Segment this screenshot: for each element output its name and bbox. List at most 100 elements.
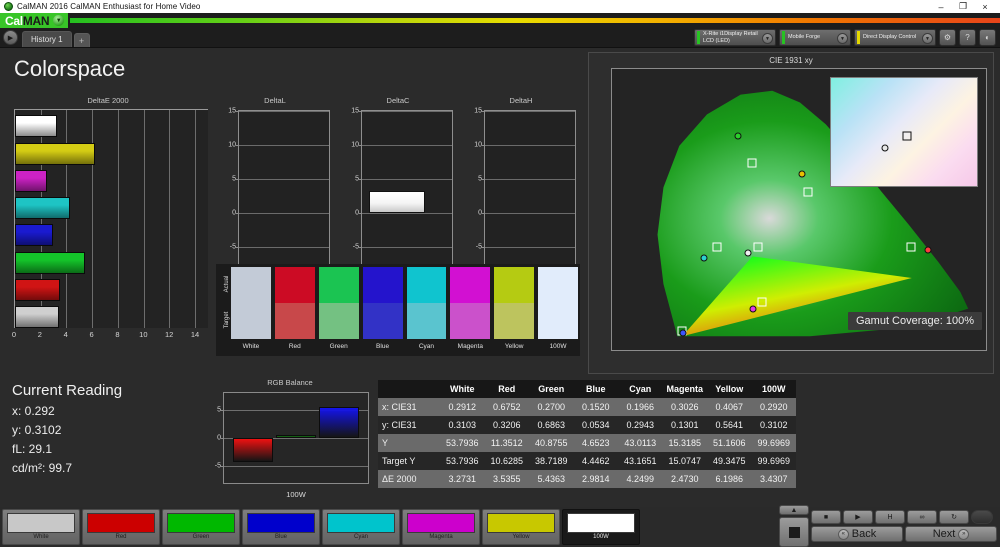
info-icon[interactable]: ◐ bbox=[979, 29, 996, 46]
swatch-column-white bbox=[231, 267, 271, 339]
gridline bbox=[169, 110, 171, 328]
deltae-bar-white bbox=[15, 115, 58, 138]
current-reading-cdm2: cd/m²: 99.7 bbox=[12, 461, 73, 475]
y-axis-label: 5 bbox=[217, 406, 221, 414]
display-dropdown-label: Direct Display Control bbox=[863, 34, 917, 41]
chevron-down-icon[interactable]: ▼ bbox=[837, 33, 848, 44]
deltae-2000-chart: DeltaE 2000 0 2 4 6 8 10 12 14 bbox=[8, 96, 208, 346]
deltae-xtick-label: 14 bbox=[190, 330, 200, 339]
actual-target-grid: Actual Target White Red Green Blue Cyan Magen… bbox=[216, 264, 580, 356]
cie-y-tick bbox=[611, 100, 612, 101]
continuous-button[interactable]: ∞ bbox=[907, 510, 937, 524]
target-pattern-button[interactable] bbox=[779, 517, 809, 547]
page-title: Colorspace bbox=[14, 56, 126, 81]
swatch-column-label: Green bbox=[329, 342, 348, 350]
minimize-button[interactable]: – bbox=[930, 2, 952, 12]
gridline bbox=[143, 110, 145, 328]
deltae-xtick-label: 2 bbox=[37, 330, 42, 339]
add-tab-button[interactable]: + bbox=[73, 33, 90, 47]
cie-plot-area[interactable]: Gamut Coverage: 100% 0.10.20.30.40.50.60… bbox=[611, 68, 987, 351]
deltae-bar-blue bbox=[15, 224, 54, 247]
table-cell: 49.3475 bbox=[712, 456, 746, 466]
deltae-bar-yellow bbox=[15, 142, 95, 165]
deltae-bar-red bbox=[15, 278, 61, 301]
tab-history-1[interactable]: History 1 bbox=[22, 31, 72, 47]
close-button[interactable]: × bbox=[974, 2, 996, 12]
display-control-dropdown[interactable]: Direct Display Control ▼ bbox=[854, 29, 936, 46]
deltae-xtick-label: 0 bbox=[11, 330, 17, 339]
bottom-spacer bbox=[640, 507, 779, 545]
window-titlebar: CalMAN 2016 CalMAN Enthusiast for Home V… bbox=[0, 0, 1000, 13]
deltae-bar-green bbox=[15, 251, 85, 274]
table-row: Y 53.7936 11.3512 40.8755 4.6523 43.0113 15.31… bbox=[378, 434, 796, 452]
maximize-button[interactable]: ❐ bbox=[952, 1, 974, 12]
collapse-icon[interactable]: ▲ bbox=[779, 505, 809, 515]
gridline bbox=[485, 144, 575, 146]
table-column-header: Red bbox=[498, 384, 516, 394]
swatch-button-cyan[interactable]: Cyan bbox=[322, 509, 400, 545]
rgb-balance-bar-red bbox=[232, 438, 273, 462]
swatch-button-yellow[interactable]: Yellow bbox=[482, 509, 560, 545]
swatch-button-white[interactable]: White bbox=[2, 509, 80, 545]
tab-nav-icon[interactable]: ▶ bbox=[3, 30, 18, 45]
chevron-down-icon[interactable]: ▼ bbox=[922, 33, 933, 44]
target-swatch bbox=[494, 303, 535, 339]
target-swatch bbox=[406, 303, 447, 339]
actual-target-names: White Red Green Blue Cyan Magenta Yellow 100W bbox=[231, 339, 578, 353]
cie-x-tick bbox=[752, 350, 753, 351]
stop-button[interactable]: ■ bbox=[811, 510, 841, 524]
cie-measured-marker-green bbox=[734, 132, 742, 140]
cie-x-tick bbox=[846, 350, 847, 351]
logo-menu-icon[interactable]: ▼ bbox=[53, 15, 65, 26]
swatch-button-blue[interactable]: Blue bbox=[242, 509, 320, 545]
delta-bar bbox=[369, 191, 425, 213]
hold-button[interactable]: H bbox=[875, 510, 905, 524]
y-axis-label: 15 bbox=[474, 107, 482, 115]
axis-tick bbox=[359, 178, 362, 180]
help-icon[interactable]: ? bbox=[959, 29, 976, 46]
table-column-header: Green bbox=[538, 384, 565, 394]
swatch-label: Green bbox=[192, 534, 210, 540]
play-button[interactable]: ▶ bbox=[843, 510, 873, 524]
table-column-header: 100W bbox=[761, 384, 786, 394]
y-axis-label: 0 bbox=[478, 209, 482, 217]
table-row-label: ΔE 2000 bbox=[382, 474, 417, 484]
table-cell: 0.2920 bbox=[759, 402, 788, 412]
transport-right-column: ■ ▶ H ∞ ↻ « Back Next » bbox=[811, 510, 997, 542]
swatch-column-label: 100W bbox=[549, 342, 567, 350]
workspace: Colorspace DeltaE 2000 0 2 4 6 8 10 12 14 Delta… bbox=[0, 48, 1000, 507]
gridline bbox=[485, 213, 575, 214]
swatch-button-magenta[interactable]: Magenta bbox=[402, 509, 480, 545]
source-dropdown[interactable]: Mobile Forge ▼ bbox=[779, 29, 851, 46]
rgb-balance-chart: RGB Balance 5 0 -5 100W bbox=[205, 378, 375, 506]
back-button[interactable]: « Back bbox=[811, 526, 903, 542]
swatch-column-label: Magenta bbox=[457, 342, 483, 350]
transport-left-column: ▲ bbox=[779, 505, 809, 547]
swatch-chip bbox=[567, 513, 635, 533]
cie-x-tick bbox=[612, 350, 613, 351]
deltal-chart-title: DeltaL bbox=[264, 96, 286, 105]
navigation-row: « Back Next » bbox=[811, 526, 997, 542]
table-cell: 2.9814 bbox=[581, 474, 610, 484]
swatch-button-red[interactable]: Red bbox=[82, 509, 160, 545]
meter-dropdown[interactable]: X-Rite i1Display Retail LCD (LED) ▼ bbox=[694, 29, 776, 46]
swatch-column-label: Cyan bbox=[418, 342, 435, 350]
gear-icon[interactable]: ⚙ bbox=[939, 29, 956, 46]
table-row-label: x: CIE31 bbox=[382, 402, 417, 412]
pattern-square-icon bbox=[788, 526, 800, 538]
target-swatch bbox=[450, 303, 491, 339]
table-cell: 6.1986 bbox=[715, 474, 744, 484]
swatch-button-green[interactable]: Green bbox=[162, 509, 240, 545]
chevron-down-icon[interactable]: ▼ bbox=[762, 33, 773, 44]
swatch-label: Yellow bbox=[512, 534, 530, 540]
cie-target-marker-yellow bbox=[803, 187, 813, 197]
next-button[interactable]: Next » bbox=[905, 526, 997, 542]
swatch-chip bbox=[247, 513, 315, 533]
deltae-bar-100w bbox=[15, 306, 60, 329]
actual-swatch bbox=[362, 267, 403, 303]
swatch-button-100w[interactable]: 100W bbox=[562, 509, 640, 545]
calman-brand-logo[interactable]: CalMAN ▼ bbox=[0, 13, 69, 28]
refresh-button[interactable]: ↻ bbox=[939, 510, 969, 524]
cie-y-tick bbox=[611, 225, 612, 226]
table-row-label: y: CIE31 bbox=[382, 420, 417, 430]
